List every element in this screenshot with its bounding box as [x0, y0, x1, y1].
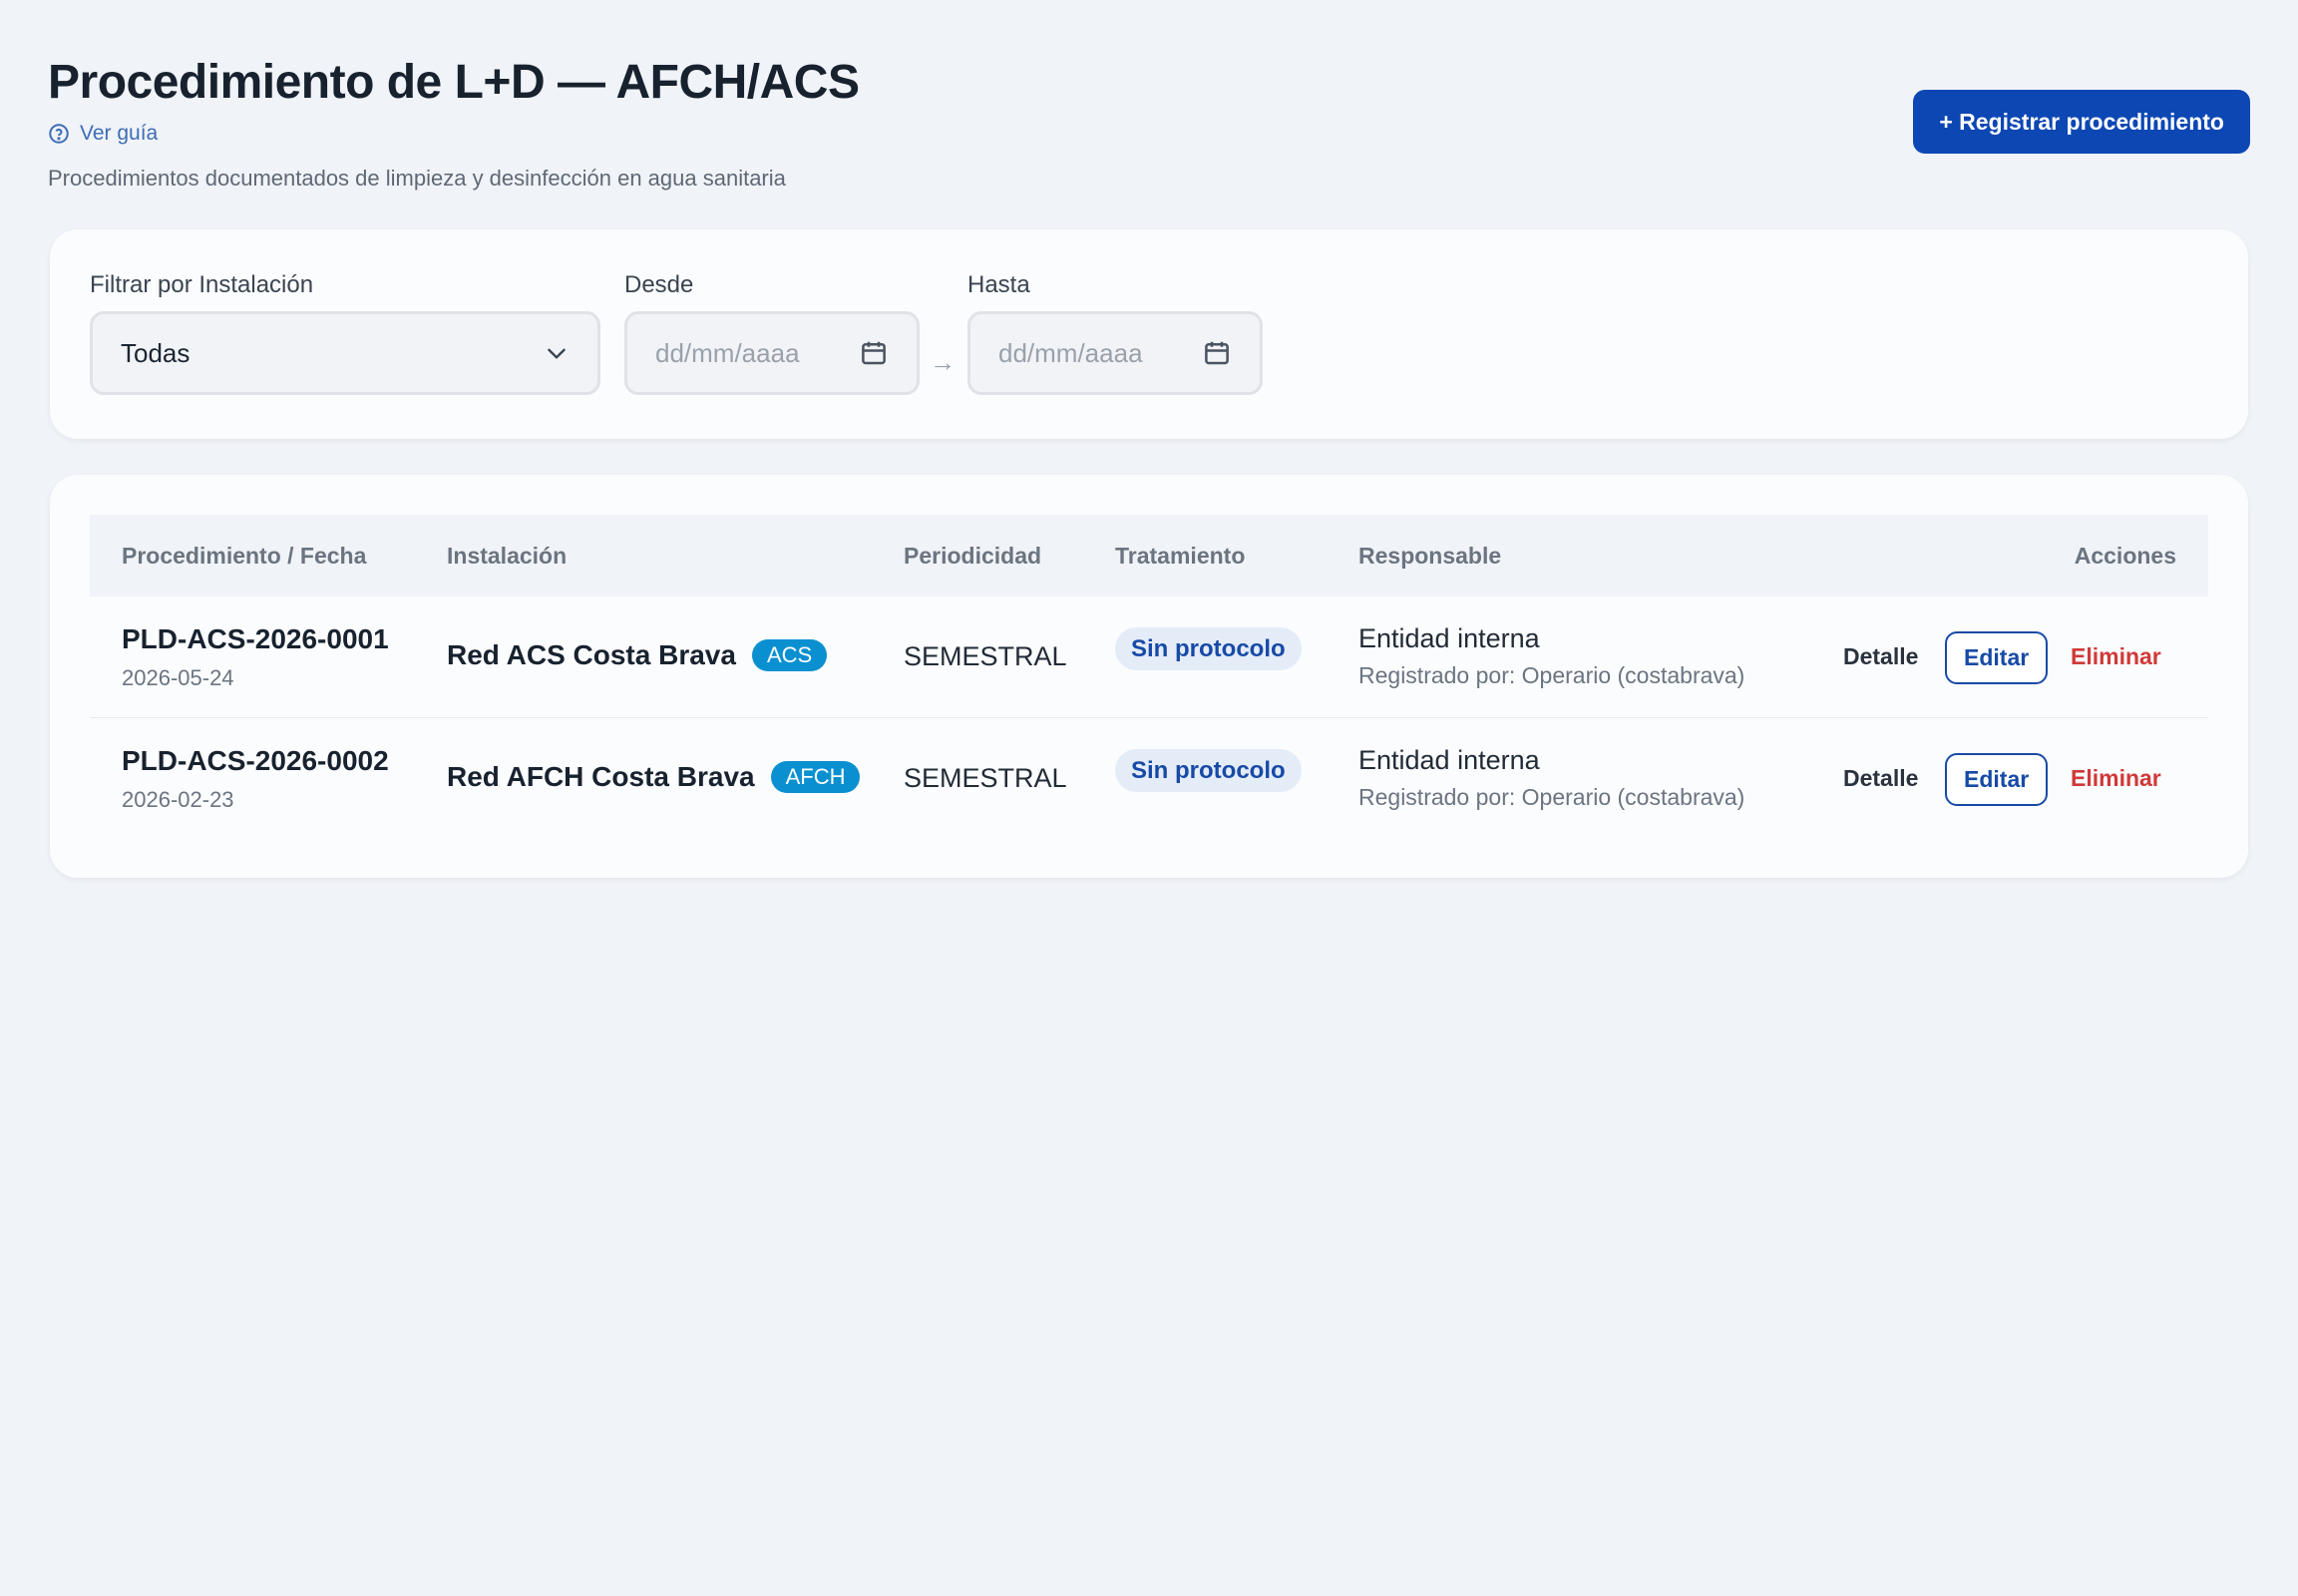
table-row: PLD-ACS-2026-0001 2026-05-24 Red ACS Cos…	[90, 597, 2208, 718]
to-date-placeholder: dd/mm/aaaa	[998, 337, 1143, 368]
table-header: Procedimiento / Fecha Instalación Period…	[90, 515, 2208, 597]
procedure-id[interactable]: PLD-ACS-2026-0002	[122, 745, 389, 777]
from-date-placeholder: dd/mm/aaaa	[655, 337, 800, 368]
installation-type-badge: AFCH	[770, 761, 861, 793]
installation-cell: Red ACS Costa Brava ACS	[447, 639, 828, 671]
chevron-down-icon	[548, 348, 566, 359]
calendar-icon[interactable]	[859, 338, 889, 368]
column-header-procedure[interactable]: Procedimiento / Fecha	[122, 543, 366, 570]
column-header-responsible[interactable]: Responsable	[1358, 543, 1501, 570]
help-circle-icon	[49, 124, 69, 144]
procedures-table: Procedimiento / Fecha Instalación Period…	[90, 515, 2208, 839]
registered-by: Registrado por: Operario (costabrava)	[1358, 662, 1745, 688]
edit-button[interactable]: Editar	[1945, 753, 2049, 806]
installation-type-badge: ACS	[751, 639, 828, 671]
column-header-periodicity[interactable]: Periodicidad	[904, 543, 1041, 570]
from-date-label: Desde	[624, 271, 694, 298]
detail-button[interactable]: Detalle	[1843, 765, 1918, 792]
to-date-filter: Hasta dd/mm/aaaa	[967, 271, 1263, 395]
delete-button[interactable]: Eliminar	[2071, 765, 2161, 792]
installation-select[interactable]: Todas	[90, 311, 600, 395]
table-row: PLD-ACS-2026-0002 2026-02-23 Red AFCH Co…	[90, 718, 2208, 839]
from-date-input[interactable]: dd/mm/aaaa	[624, 311, 920, 395]
edit-button[interactable]: Editar	[1945, 631, 2049, 684]
responsible-cell: Entidad interna Registrado por: Operario…	[1358, 745, 1744, 811]
treatment-cell: Sin protocolo	[1115, 627, 1302, 670]
column-header-treatment[interactable]: Tratamiento	[1115, 543, 1245, 570]
page-subtitle: Procedimientos documentados de limpieza …	[48, 166, 786, 191]
installation-name: Red ACS Costa Brava	[447, 639, 736, 670]
procedure-date: 2026-02-23	[122, 787, 234, 812]
installation-name: Red AFCH Costa Brava	[447, 761, 755, 792]
treatment-badge: Sin protocolo	[1115, 627, 1302, 670]
installation-filter: Filtrar por Instalación Todas	[90, 271, 600, 395]
installation-cell: Red AFCH Costa Brava AFCH	[447, 761, 861, 793]
responsible-entity: Entidad interna	[1358, 623, 1540, 653]
responsible-cell: Entidad interna Registrado por: Operario…	[1358, 623, 1744, 689]
date-range-arrow: →	[930, 347, 956, 377]
detail-button[interactable]: Detalle	[1843, 643, 1918, 670]
treatment-cell: Sin protocolo	[1115, 749, 1302, 792]
procedure-date: 2026-05-24	[122, 665, 234, 690]
column-header-installation[interactable]: Instalación	[447, 543, 567, 570]
periodicity-value: SEMESTRAL	[904, 641, 1067, 671]
delete-button[interactable]: Eliminar	[2071, 643, 2161, 670]
register-procedure-button[interactable]: + Registrar procedimiento	[1913, 90, 2250, 154]
to-date-input[interactable]: dd/mm/aaaa	[967, 311, 1263, 395]
filter-card: Filtrar por Instalación Todas Desde dd/m…	[50, 229, 2248, 439]
periodicity-value: SEMESTRAL	[904, 763, 1067, 793]
column-header-actions: Acciones	[2074, 542, 2176, 569]
guide-link-label: Ver guía	[80, 122, 159, 145]
calendar-icon[interactable]	[1202, 338, 1232, 368]
procedure-id[interactable]: PLD-ACS-2026-0001	[122, 623, 389, 655]
installation-select-value: Todas	[121, 337, 191, 368]
responsible-entity: Entidad interna	[1358, 745, 1540, 775]
guide-link[interactable]: Ver guía	[48, 122, 158, 146]
page-header: Procedimiento de L+D — AFCH/ACS Ver guía…	[48, 50, 2250, 209]
registered-by: Registrado por: Operario (costabrava)	[1358, 784, 1745, 810]
procedures-table-card: Procedimiento / Fecha Instalación Period…	[50, 475, 2248, 878]
installation-filter-label: Filtrar por Instalación	[90, 271, 314, 298]
from-date-filter: Desde dd/mm/aaaa	[624, 271, 920, 395]
procedure-cell: PLD-ACS-2026-0002 2026-02-23	[122, 745, 389, 813]
procedure-cell: PLD-ACS-2026-0001 2026-05-24	[122, 623, 389, 691]
to-date-label: Hasta	[967, 271, 1030, 298]
treatment-badge: Sin protocolo	[1115, 749, 1302, 792]
